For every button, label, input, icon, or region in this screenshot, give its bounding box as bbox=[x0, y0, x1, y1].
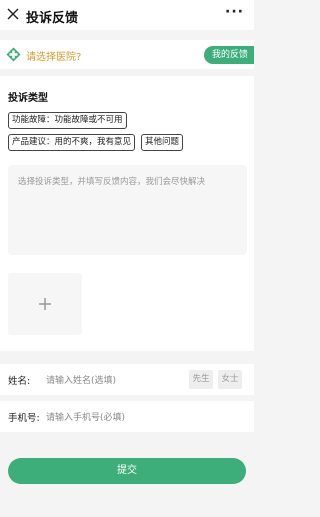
title-bar: 投诉反馈 ··· bbox=[0, 0, 254, 30]
phone-row: 手机号: 请输入手机号(必填) bbox=[0, 401, 254, 432]
feedback-content-input[interactable]: 选择投诉类型，并填写反馈内容，我们会尽快解决 bbox=[8, 165, 247, 255]
tag-function-fault[interactable]: 功能故障：功能故障或不可用 bbox=[8, 112, 127, 129]
phone-input[interactable]: 请输入手机号(必填) bbox=[46, 410, 125, 423]
complaint-type-title: 投诉类型 bbox=[8, 93, 48, 104]
hospital-cross-icon bbox=[6, 47, 21, 62]
close-icon[interactable] bbox=[6, 7, 20, 21]
more-menu-icon[interactable]: ··· bbox=[225, 4, 244, 20]
submit-button[interactable]: 提交 bbox=[8, 458, 246, 484]
gender-ms-button[interactable]: 女士 bbox=[218, 370, 242, 389]
my-feedback-button[interactable]: 我的反馈 bbox=[203, 46, 254, 64]
image-upload-button[interactable] bbox=[8, 273, 82, 335]
tag-other-issue[interactable]: 其他问题 bbox=[141, 134, 184, 151]
tag-product-suggestion[interactable]: 产品建议：用的不爽，我有意见 bbox=[8, 134, 136, 151]
hospital-selector[interactable]: 请选择医院? 我的反馈 bbox=[0, 40, 254, 69]
gender-mr-button[interactable]: 先生 bbox=[189, 370, 213, 389]
name-input[interactable]: 请输入姓名(选填) bbox=[46, 373, 116, 386]
hospital-prompt: 请选择医院? bbox=[26, 52, 82, 63]
complaint-form: 投诉类型 功能故障：功能故障或不可用 产品建议：用的不爽，我有意见 其他问题 选… bbox=[0, 76, 254, 351]
phone-label: 手机号: bbox=[8, 413, 40, 424]
name-label: 姓名: bbox=[8, 376, 31, 387]
feedback-content-placeholder: 选择投诉类型，并填写反馈内容，我们会尽快解决 bbox=[18, 177, 206, 187]
name-row: 姓名: 请输入姓名(选填) 先生 女士 bbox=[0, 364, 254, 395]
page-title: 投诉反馈 bbox=[26, 11, 79, 26]
plus-icon bbox=[39, 298, 51, 310]
